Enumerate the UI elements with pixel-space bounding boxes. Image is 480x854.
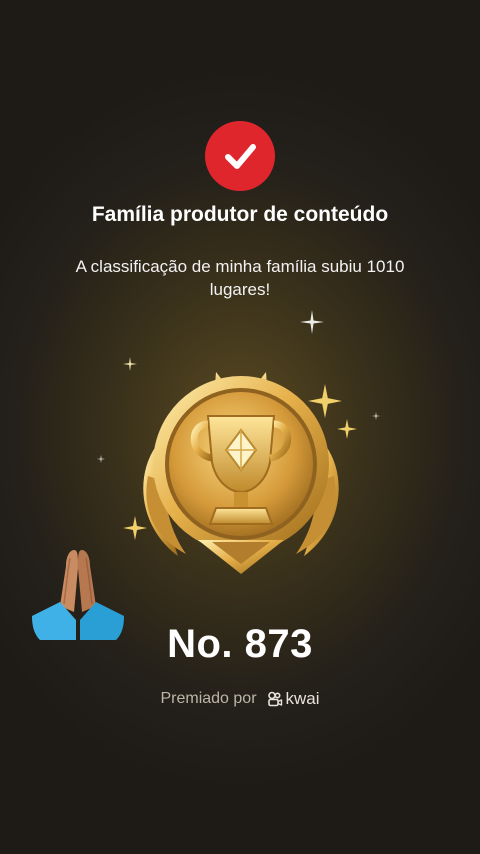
awarded-by-label: Premiado por bbox=[160, 690, 257, 707]
kwai-brand-name: kwai bbox=[285, 689, 320, 708]
success-check-badge bbox=[205, 121, 275, 191]
sparkle-icon bbox=[372, 412, 380, 420]
kwai-logo-icon bbox=[267, 691, 282, 707]
achievement-screen: Família produtor de conteúdo A classific… bbox=[0, 0, 480, 854]
check-icon bbox=[225, 144, 256, 169]
page-title: Família produtor de conteúdo bbox=[91, 203, 389, 226]
sparkle-icon bbox=[97, 455, 105, 463]
kwai-brand: kwai bbox=[267, 689, 320, 709]
awarded-by: Premiado por kwai bbox=[0, 689, 480, 709]
rank-number: No. 873 bbox=[167, 622, 313, 666]
gold-trophy-icon bbox=[143, 372, 339, 574]
sparkle-icon bbox=[300, 310, 324, 334]
rank-up-message: A classificação de minha família subiu 1… bbox=[75, 257, 405, 299]
